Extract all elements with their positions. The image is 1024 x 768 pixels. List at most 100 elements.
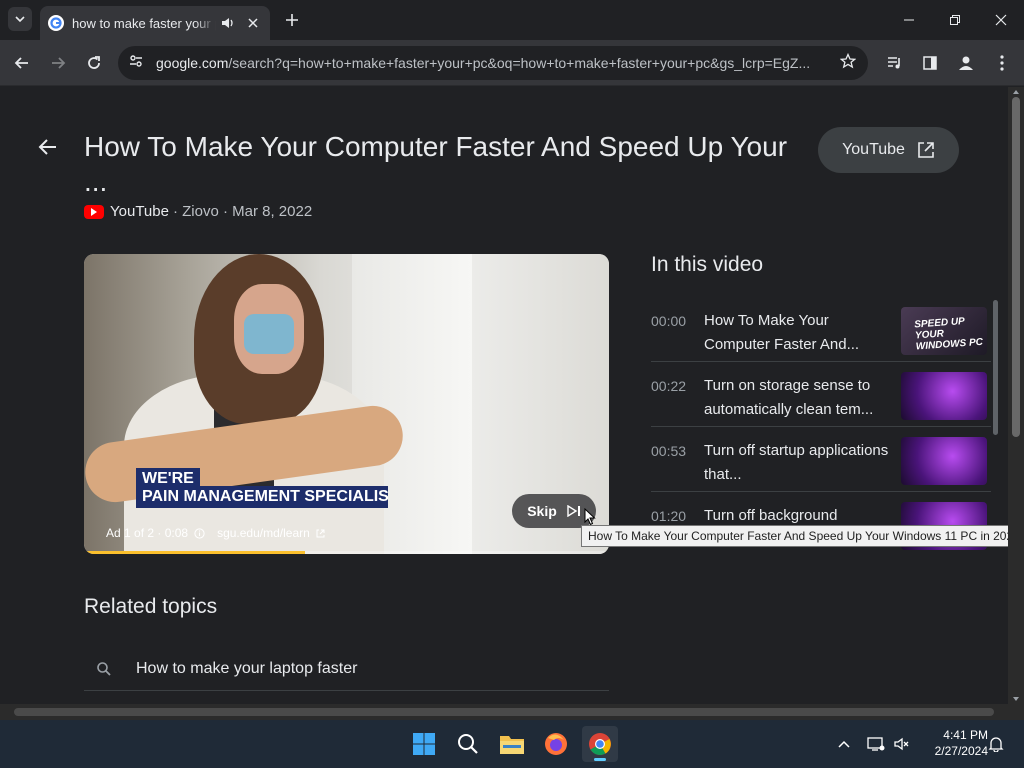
- url-host: google.com: [156, 55, 229, 71]
- related-topic-item[interactable]: How to make your laptop faster: [84, 647, 609, 691]
- back-button[interactable]: [8, 49, 36, 77]
- vertical-scrollbar-thumb[interactable]: [1012, 97, 1020, 437]
- chapter-thumbnail: [901, 372, 987, 420]
- windows-taskbar: [0, 720, 1024, 768]
- restore-button[interactable]: [932, 0, 978, 40]
- speaker-icon[interactable]: [220, 15, 238, 31]
- media-controls-button[interactable]: [881, 49, 909, 77]
- restore-icon: [950, 15, 960, 25]
- chrome-button[interactable]: [582, 726, 618, 762]
- in-this-video-heading: In this video: [651, 253, 764, 276]
- profile-icon: [959, 56, 973, 70]
- scroll-up-icon[interactable]: [1008, 87, 1024, 97]
- ad-progress-bar[interactable]: [84, 551, 609, 554]
- minimize-icon: [904, 19, 914, 21]
- youtube-button-label: YouTube: [842, 141, 905, 158]
- related-topic-label: How to make your laptop faster: [136, 659, 358, 677]
- scroll-down-icon[interactable]: [1008, 694, 1024, 704]
- tab-search-button[interactable]: [8, 7, 32, 31]
- chapter-thumbnail-text: SPEED UP YOUR WINDOWS PC: [913, 316, 984, 353]
- close-tab-icon[interactable]: [244, 18, 262, 28]
- playlist-icon: [888, 57, 900, 69]
- video-source: YouTube · Ziovo · Mar 8, 2022: [84, 203, 312, 220]
- tab-title: how to make faster your pc: [72, 15, 216, 31]
- url-text[interactable]: google.com/search?q=how+to+make+faster+y…: [156, 55, 840, 71]
- browser-tab[interactable]: how to make faster your pc: [40, 6, 270, 40]
- skip-next-icon: [567, 505, 580, 517]
- url-path: /search?q=how+to+make+faster+your+pc&oq=…: [228, 55, 811, 71]
- file-explorer-button[interactable]: [494, 726, 530, 762]
- reload-button[interactable]: [80, 49, 108, 77]
- reload-icon: [88, 56, 100, 69]
- show-hidden-icons-button[interactable]: [828, 726, 860, 762]
- search-icon: [97, 661, 111, 676]
- vertical-scrollbar[interactable]: [1008, 87, 1024, 704]
- chapter-thumbnail: [901, 437, 987, 485]
- chapter-time: 00:53: [651, 443, 687, 459]
- bookmark-star-icon[interactable]: [839, 52, 857, 74]
- info-icon[interactable]: [194, 527, 205, 539]
- horizontal-scrollbar[interactable]: [0, 704, 1008, 720]
- minimize-button[interactable]: [886, 0, 932, 40]
- ad-counter: Ad 1 of 2 · 0:08: [106, 526, 189, 540]
- chapter-list: 00:00 How To Make Your Computer Faster A…: [651, 297, 991, 553]
- youtube-logo-icon: [84, 204, 104, 219]
- start-button[interactable]: [406, 726, 442, 762]
- video-title-tooltip: How To Make Your Computer Faster And Spe…: [581, 525, 1008, 547]
- chapter-time: 00:00: [651, 313, 687, 329]
- close-icon: [995, 14, 1007, 26]
- ad-progress-fill: [84, 551, 305, 554]
- clock[interactable]: 4:41 PM 2/27/2024: [918, 727, 988, 759]
- horizontal-scrollbar-thumb[interactable]: [14, 708, 994, 716]
- plus-icon: [286, 14, 298, 26]
- clock-time: 4:41 PM: [943, 728, 988, 742]
- chapter-time: 01:20: [651, 508, 687, 524]
- chevron-down-icon: [15, 16, 25, 23]
- taskbar-search-button[interactable]: [450, 726, 486, 762]
- browser-toolbar: google.com/search?q=how+to+make+faster+y…: [0, 40, 1024, 86]
- network-icon: [867, 737, 885, 751]
- site-info-icon[interactable]: [128, 53, 144, 74]
- chapter-title: Turn off startup applications that...: [704, 442, 889, 483]
- video-player[interactable]: WE'RE PAIN MANAGEMENT SPECIALISTS Ad 1 o…: [84, 254, 609, 554]
- open-external-icon: [316, 529, 325, 537]
- mouse-cursor-icon: [584, 508, 596, 526]
- chapter-item[interactable]: 00:53 Turn off startup applications that…: [651, 427, 991, 492]
- page-content: How To Make Your Computer Faster And Spe…: [0, 87, 1008, 704]
- chapter-thumbnail: SPEED UP YOUR WINDOWS PC: [901, 307, 987, 355]
- more-vert-icon: [1000, 55, 1004, 71]
- forward-button[interactable]: [44, 49, 72, 77]
- back-arrow-icon[interactable]: [36, 135, 60, 159]
- ad-caption-line2: PAIN MANAGEMENT SPECIALISTS: [136, 486, 388, 508]
- firefox-button[interactable]: [538, 726, 574, 762]
- chapter-time: 00:22: [651, 378, 687, 394]
- profile-button[interactable]: [952, 49, 980, 77]
- new-tab-button[interactable]: [282, 10, 302, 30]
- volume-button[interactable]: [886, 726, 918, 762]
- title-ellipsis: ...: [84, 166, 108, 197]
- ad-info: Ad 1 of 2 · 0:08 sgu.edu/md/learn: [106, 526, 325, 540]
- google-favicon-icon: [48, 15, 64, 31]
- source-name: YouTube: [110, 203, 169, 220]
- firefox-icon: [545, 733, 567, 755]
- video-scene-mask: [244, 314, 294, 354]
- ad-url-link[interactable]: sgu.edu/md/learn: [217, 526, 310, 540]
- chapter-title: Turn on storage sense to automatically c…: [704, 377, 874, 418]
- open-youtube-button[interactable]: YouTube: [818, 127, 959, 173]
- scrollbar-corner: [1008, 704, 1024, 720]
- arrow-right-icon: [52, 57, 66, 69]
- chapter-scrollbar[interactable]: [993, 300, 998, 435]
- search-icon: [458, 734, 478, 754]
- chapter-item[interactable]: 00:22 Turn on storage sense to automatic…: [651, 362, 991, 427]
- close-window-button[interactable]: [978, 0, 1024, 40]
- chapter-title: How To Make Your Computer Faster And...: [704, 312, 860, 353]
- tab-strip: how to make faster your pc: [0, 0, 1024, 40]
- address-bar[interactable]: google.com/search?q=how+to+make+faster+y…: [118, 46, 868, 80]
- folder-icon: [500, 736, 524, 754]
- related-topics-heading: Related topics: [84, 595, 218, 618]
- side-panel-icon: [923, 56, 937, 70]
- chapter-item[interactable]: 00:00 How To Make Your Computer Faster A…: [651, 297, 991, 362]
- menu-button[interactable]: [988, 49, 1016, 77]
- chevron-up-icon: [838, 740, 850, 748]
- side-panel-button[interactable]: [916, 49, 944, 77]
